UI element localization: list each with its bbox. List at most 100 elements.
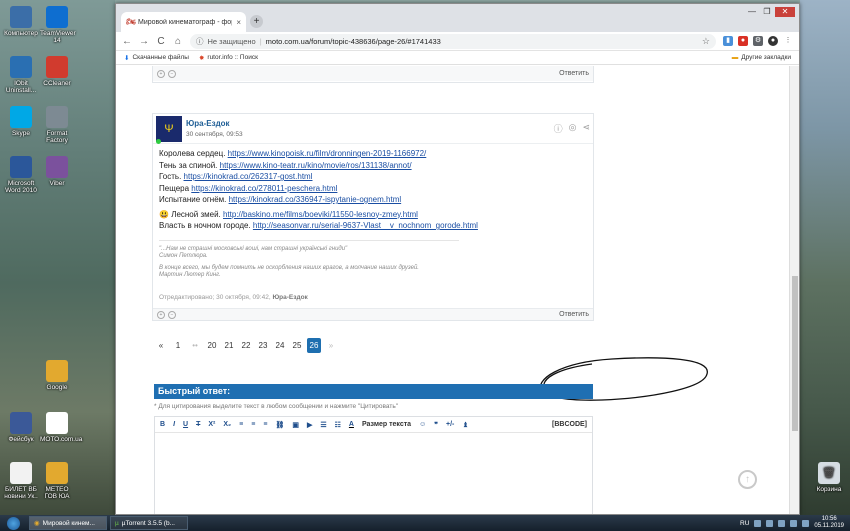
italic-button[interactable]: I — [173, 421, 175, 428]
movie-link[interactable]: https://kinokrad.co/278011-peschera.html — [191, 184, 337, 193]
numbered-list-icon[interactable]: ☷ — [335, 421, 341, 429]
superscript-button[interactable]: X² — [208, 421, 215, 428]
page-link[interactable]: 25 — [290, 338, 304, 353]
back-button[interactable]: ← — [122, 36, 132, 47]
quote-icon[interactable]: ◎ — [569, 122, 577, 135]
desktop-icon-formatfactory[interactable]: Format Factory — [40, 106, 74, 144]
other-bookmarks[interactable]: ▬ Другие закладки — [732, 54, 791, 61]
desktop-icon-iobit[interactable]: IObit Uninstall... — [4, 56, 38, 94]
text-size-select[interactable]: Размер текста — [362, 421, 411, 428]
bold-button[interactable]: B — [160, 421, 165, 428]
link-icon[interactable]: ⛓ — [275, 421, 284, 429]
tab-active[interactable]: 🏍 Мировой кинематограф - фор... × — [121, 12, 246, 32]
clock[interactable]: 10:56 05.11.2019 — [814, 516, 844, 530]
page-link[interactable]: » — [324, 338, 338, 353]
bookmark-downloads[interactable]: ⬇ Скачанные файлы — [124, 54, 189, 62]
taskbar-utorrent[interactable]: µ µTorrent 3.5.5 (b... — [110, 516, 188, 530]
dislike-icon[interactable]: − — [168, 310, 176, 319]
strike-button[interactable]: T — [196, 421, 200, 428]
menu-dots-icon[interactable]: ⋮ — [783, 36, 793, 46]
extension-chart-icon[interactable]: ▮ — [723, 36, 733, 46]
page-link[interactable]: 23 — [256, 338, 270, 353]
post-date[interactable]: 30 сентября, 09:53 — [186, 131, 243, 138]
movie-link[interactable]: https://www.kinopoisk.ru/film/dronningen… — [228, 149, 427, 158]
page-link[interactable]: 24 — [273, 338, 287, 353]
language-indicator[interactable]: RU — [740, 520, 749, 527]
tray-icon[interactable] — [778, 519, 786, 527]
align-center-button[interactable]: ≡ — [251, 421, 255, 428]
taskbar-chrome[interactable]: ◉ Мировой кинем... — [29, 516, 107, 530]
desktop-icon-chrome[interactable]: Google — [40, 360, 74, 391]
desktop-icon-skype[interactable]: Skype — [4, 106, 38, 137]
scrollbar-thumb[interactable] — [792, 276, 798, 431]
reply-button[interactable]: Ответить — [559, 311, 589, 318]
desktop-icon-ccleaner[interactable]: CCleaner — [40, 56, 74, 87]
page-link[interactable]: « — [154, 338, 168, 353]
dislike-icon[interactable]: − — [168, 69, 176, 78]
movie-link[interactable]: http://seasonvar.ru/serial-9637-Vlast__v… — [253, 221, 478, 230]
avatar[interactable]: Ψ — [156, 115, 182, 144]
desktop-icon-file[interactable]: БИЛЕТ ВБ новини Ук.. — [4, 462, 38, 500]
maximize-button[interactable]: ❐ — [760, 7, 774, 17]
extension-adblock-icon[interactable]: ● — [738, 36, 748, 46]
info-icon[interactable]: ⓘ — [554, 122, 563, 135]
like-icon[interactable]: + — [157, 310, 165, 319]
minimize-button[interactable]: — — [745, 7, 759, 17]
page-link-current[interactable]: 26 — [307, 338, 321, 353]
extension-gear-icon[interactable]: ⚙ — [753, 36, 763, 46]
desktop-icon-moto[interactable]: МОТО.com.ua — [40, 412, 82, 443]
new-tab-button[interactable]: + — [250, 15, 263, 28]
plusminus-button[interactable]: +/- — [446, 421, 454, 428]
desktop-icon-word[interactable]: Microsoft Word 2010 — [4, 156, 38, 194]
spoiler-icon[interactable]: ♝ — [462, 421, 468, 429]
reply-editor[interactable]: B I U T X² X₂ ≡ ≡ ≡ ⛓ ▣ ▶ ☰ ☷ A Размер т… — [154, 416, 593, 514]
movie-link[interactable]: http://baskino.me/films/boeviki/11550-le… — [223, 210, 418, 219]
desktop-icon-facebook[interactable]: Фейсбук — [4, 412, 38, 443]
align-left-button[interactable]: ≡ — [239, 421, 243, 428]
desktop-icon-viber[interactable]: Viber — [40, 156, 74, 187]
underline-button[interactable]: U — [183, 421, 188, 428]
edited-by[interactable]: Юра-Ездок — [272, 294, 307, 301]
volume-icon[interactable] — [802, 519, 810, 527]
page-link[interactable]: 22 — [239, 338, 253, 353]
movie-link[interactable]: https://kinokrad.co/336947-ispytanie-ogn… — [229, 195, 402, 204]
page-link[interactable]: 20 — [205, 338, 219, 353]
image-icon[interactable]: ▣ — [292, 421, 299, 429]
movie-link[interactable]: https://kinokrad.co/262317-gost.html — [184, 172, 313, 181]
movie-link[interactable]: https://www.kino-teatr.ru/kino/movie/ros… — [220, 161, 412, 170]
bookmark-star-icon[interactable]: ☆ — [702, 36, 710, 47]
scroll-to-top-button[interactable]: ↑ — [738, 470, 757, 489]
recycle-bin[interactable]: 🗑 Корзина — [812, 462, 846, 493]
video-icon[interactable]: ▶ — [307, 421, 312, 429]
smile-icon[interactable]: ☺ — [419, 421, 426, 428]
info-icon[interactable]: ⓘ — [196, 36, 204, 47]
align-right-button[interactable]: ≡ — [263, 421, 267, 428]
page-link[interactable]: 1 — [171, 338, 185, 353]
bbcode-button[interactable]: [BBCODE] — [552, 421, 587, 428]
desktop-icon-chrome[interactable]: МЕТЕО ГОВ ЮА — [40, 462, 74, 500]
like-icon[interactable]: + — [157, 69, 165, 78]
share-icon[interactable]: ⋖ — [582, 122, 590, 135]
subscript-button[interactable]: X₂ — [223, 421, 231, 428]
omnibox[interactable]: ⓘ Не защищено | moto.com.ua/forum/topic-… — [190, 33, 716, 49]
tab-close-icon[interactable]: × — [236, 18, 241, 27]
reply-button[interactable]: Ответить — [559, 70, 589, 77]
bullet-list-icon[interactable]: ☰ — [320, 421, 326, 429]
url-text[interactable]: moto.com.ua/forum/topic-438636/page-26/#… — [266, 37, 441, 46]
bookmark-rutor[interactable]: ✸ rutor.info :: Поиск — [199, 54, 258, 62]
tray-icon[interactable] — [754, 519, 762, 527]
desktop-icon-computer[interactable]: Компьютер — [4, 6, 38, 37]
page-link[interactable]: 21 — [222, 338, 236, 353]
network-icon[interactable] — [790, 519, 798, 527]
start-button[interactable] — [0, 515, 26, 531]
forward-button[interactable]: → — [139, 36, 149, 47]
reload-button[interactable]: C — [156, 36, 166, 47]
home-button[interactable]: ⌂ — [173, 36, 183, 47]
close-window-button[interactable]: ✕ — [775, 7, 795, 17]
profile-avatar[interactable]: ● — [768, 36, 778, 46]
text-color-button[interactable]: A — [349, 421, 354, 428]
quote-button[interactable]: ❞ — [434, 421, 438, 429]
scrollbar[interactable] — [789, 66, 799, 514]
post-author[interactable]: Юра-Ездок — [186, 119, 243, 128]
tray-icon[interactable] — [766, 519, 774, 527]
